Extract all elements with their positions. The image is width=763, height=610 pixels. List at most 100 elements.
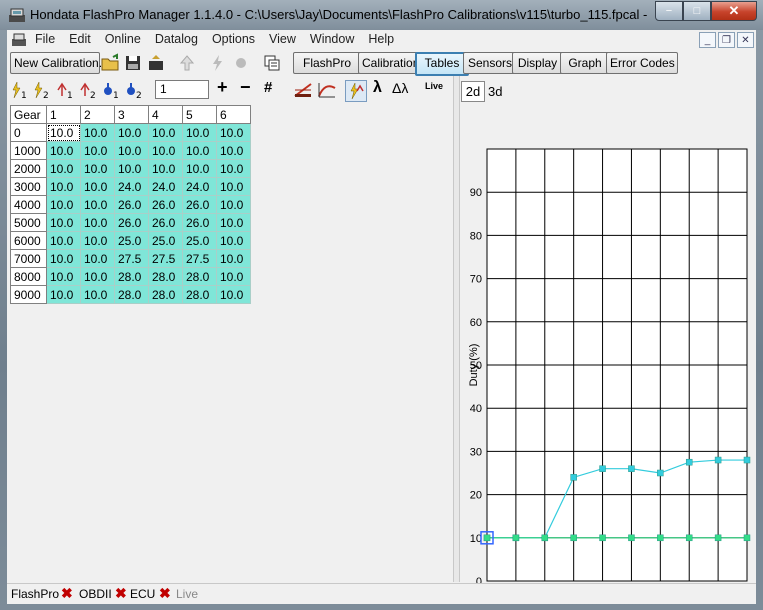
table-cell[interactable]: 28.0 xyxy=(114,267,149,286)
table-cell[interactable]: 10.0 xyxy=(46,231,81,250)
title-bar[interactable]: Hondata FlashPro Manager 1.1.4.0 - C:\Us… xyxy=(0,0,763,30)
upload-icon[interactable] xyxy=(146,53,166,73)
table-cell[interactable]: 28.0 xyxy=(182,267,217,286)
table-cell[interactable]: 10.0 xyxy=(80,267,115,286)
table-cell[interactable]: 25.0 xyxy=(182,231,217,250)
menu-help[interactable]: Help xyxy=(368,32,394,46)
table-cell[interactable]: 28.0 xyxy=(182,285,217,304)
table-cell[interactable]: 10.0 xyxy=(80,177,115,196)
delta-lambda-button[interactable]: Δλ xyxy=(392,80,408,96)
table-cell[interactable]: 10.0 xyxy=(148,159,183,178)
table-cell[interactable]: 10.0 xyxy=(148,123,183,142)
table-cell[interactable]: 26.0 xyxy=(148,213,183,232)
injector-1-icon[interactable]: 1 xyxy=(101,80,121,100)
table-cell[interactable]: 10.0 xyxy=(46,195,81,214)
column-header[interactable]: 1 xyxy=(46,105,81,124)
toolbar-error-codes-button[interactable]: Error Codes xyxy=(606,52,678,74)
column-header[interactable]: 3 xyxy=(114,105,149,124)
toolbar-graph-button[interactable]: Graph xyxy=(560,52,610,74)
table-cell[interactable]: 10.0 xyxy=(216,285,251,304)
table-cell[interactable]: 10.0 xyxy=(216,177,251,196)
row-header[interactable]: 7000 xyxy=(10,249,47,268)
table-cell[interactable]: 10.0 xyxy=(114,141,149,160)
save-icon[interactable] xyxy=(123,53,143,73)
table-cell[interactable]: 10.0 xyxy=(216,249,251,268)
table-cell[interactable]: 10.0 xyxy=(182,159,217,178)
row-header[interactable]: 8000 xyxy=(10,267,47,286)
table-cell[interactable]: 10.0 xyxy=(216,195,251,214)
table-cell[interactable]: 27.5 xyxy=(114,249,149,268)
table-cell[interactable]: 10.0 xyxy=(80,231,115,250)
toolbar-flashpro-button[interactable]: FlashPro xyxy=(293,52,361,74)
increase-button[interactable]: + xyxy=(217,77,228,98)
table-cell[interactable]: 10.0 xyxy=(46,141,81,160)
minimize-button[interactable]: − xyxy=(655,1,683,21)
table-cell[interactable]: 10.0 xyxy=(80,285,115,304)
row-header[interactable]: 2000 xyxy=(10,159,47,178)
row-header[interactable]: 0 xyxy=(10,123,47,142)
table-cell[interactable]: 24.0 xyxy=(148,177,183,196)
set-value-button[interactable]: # xyxy=(264,79,272,96)
table-cell[interactable]: 10.0 xyxy=(148,141,183,160)
table-cell[interactable]: 10.0 xyxy=(46,123,81,142)
table-cell[interactable]: 10.0 xyxy=(46,249,81,268)
table-cell[interactable]: 10.0 xyxy=(46,267,81,286)
row-header[interactable]: 6000 xyxy=(10,231,47,250)
table-cell[interactable]: 10.0 xyxy=(216,231,251,250)
table-cell[interactable]: 10.0 xyxy=(114,159,149,178)
table-cell[interactable]: 10.0 xyxy=(80,141,115,160)
mdi-restore-button[interactable]: ❐ xyxy=(718,32,735,48)
table-cell[interactable]: 26.0 xyxy=(114,195,149,214)
row-header[interactable]: 4000 xyxy=(10,195,47,214)
live-toggle[interactable]: Live xyxy=(425,81,443,91)
menu-online[interactable]: Online xyxy=(105,32,141,46)
close-button[interactable]: ✕ xyxy=(711,1,757,21)
advance-1-icon[interactable]: 1 xyxy=(55,80,75,100)
mdi-minimize-button[interactable]: _ xyxy=(699,32,716,48)
toolbar-display-button[interactable]: Display xyxy=(512,52,563,74)
spark-2-icon[interactable]: 2 xyxy=(31,80,51,100)
table-cell[interactable]: 26.0 xyxy=(114,213,149,232)
table-cell[interactable]: 26.0 xyxy=(182,195,217,214)
table-cell[interactable]: 10.0 xyxy=(46,213,81,232)
menu-datalog[interactable]: Datalog xyxy=(155,32,198,46)
mdi-close-button[interactable]: ✕ xyxy=(737,32,754,48)
open-folder-icon[interactable] xyxy=(100,53,120,73)
table-cell[interactable]: 24.0 xyxy=(114,177,149,196)
menu-options[interactable]: Options xyxy=(212,32,255,46)
injector-2-icon[interactable]: 2 xyxy=(124,80,144,100)
tab-3d[interactable]: 3d xyxy=(488,81,502,102)
tab-2d[interactable]: 2d xyxy=(461,81,485,102)
toolbar-sensors-button[interactable]: Sensors xyxy=(463,52,517,74)
table-cell[interactable]: 10.0 xyxy=(216,141,251,160)
lambda-button[interactable]: λ xyxy=(373,79,382,97)
table-cell[interactable]: 28.0 xyxy=(114,285,149,304)
table-cell[interactable]: 25.0 xyxy=(148,231,183,250)
table-cell[interactable]: 24.0 xyxy=(182,177,217,196)
table-cell[interactable]: 10.0 xyxy=(80,123,115,142)
table-cell[interactable]: 10.0 xyxy=(182,141,217,160)
row-header[interactable]: 5000 xyxy=(10,213,47,232)
column-header[interactable]: 2 xyxy=(80,105,115,124)
table-cell[interactable]: 28.0 xyxy=(148,285,183,304)
document-icon[interactable] xyxy=(11,32,27,48)
column-header[interactable]: 5 xyxy=(182,105,217,124)
table-cell[interactable]: 27.5 xyxy=(148,249,183,268)
advance-2-icon[interactable]: 2 xyxy=(78,80,98,100)
table-cell[interactable]: 10.0 xyxy=(46,159,81,178)
column-header[interactable]: 4 xyxy=(148,105,183,124)
toolbar-calibration-button[interactable]: Calibration xyxy=(358,52,422,74)
smooth-icon[interactable] xyxy=(317,80,337,100)
table-cell[interactable]: 10.0 xyxy=(216,267,251,286)
row-header[interactable]: 9000 xyxy=(10,285,47,304)
table-cell[interactable]: 27.5 xyxy=(182,249,217,268)
toolbar-tables-button[interactable]: Tables xyxy=(415,52,469,76)
menu-view[interactable]: View xyxy=(269,32,296,46)
decrease-button[interactable]: − xyxy=(240,77,251,98)
table-cell[interactable]: 10.0 xyxy=(80,213,115,232)
row-header[interactable]: 1000 xyxy=(10,141,47,160)
pane-splitter[interactable] xyxy=(453,76,460,582)
table-cell[interactable]: 10.0 xyxy=(80,249,115,268)
gear-input[interactable]: 1 xyxy=(155,80,209,99)
table-cell[interactable]: 10.0 xyxy=(46,285,81,304)
